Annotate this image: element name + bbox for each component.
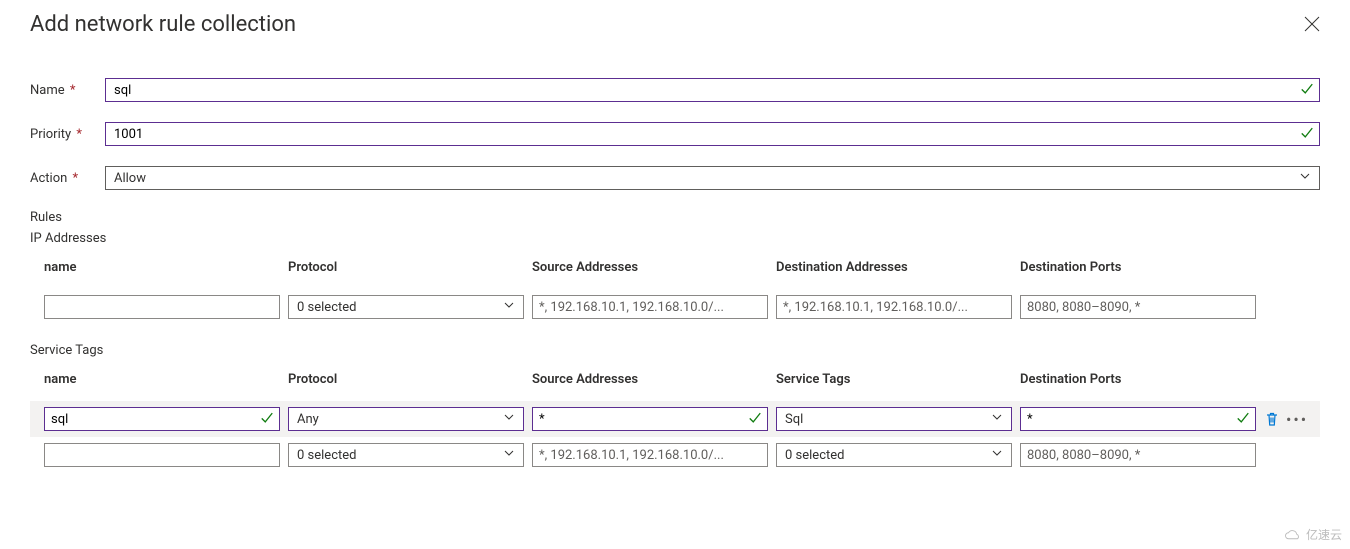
table-row: Any <box>30 401 1320 437</box>
col-ports: Destination Ports <box>1020 372 1264 387</box>
st-tags-select[interactable]: Sql <box>776 407 1012 431</box>
row-action: Action * Allow <box>30 166 1320 190</box>
action-label: Action * <box>30 171 105 186</box>
name-input[interactable] <box>105 78 1320 102</box>
table-row: 0 selected 0 selected <box>30 437 1320 473</box>
delete-icon[interactable] <box>1264 411 1280 427</box>
priority-input-wrap <box>105 122 1320 146</box>
col-source: Source Addresses <box>532 372 776 387</box>
row-name: Name * <box>30 78 1320 102</box>
action-select-wrap: Allow <box>105 166 1320 190</box>
st-table-header: name Protocol Source Addresses Service T… <box>30 372 1320 401</box>
close-icon[interactable] <box>1296 8 1328 40</box>
col-actions <box>1264 260 1320 275</box>
more-icon[interactable]: ••• <box>1286 410 1308 429</box>
add-network-rule-panel: Add network rule collection Name * Prior… <box>0 0 1350 501</box>
service-tags-label: Service Tags <box>30 343 1320 358</box>
name-label: Name * <box>30 83 105 98</box>
col-ports: Destination Ports <box>1020 260 1264 275</box>
chevron-down-icon <box>503 447 515 463</box>
ip-table-header: name Protocol Source Addresses Destinati… <box>30 260 1320 289</box>
col-tags: Service Tags <box>776 372 1020 387</box>
name-input-wrap <box>105 78 1320 102</box>
chevron-down-icon <box>991 411 1003 427</box>
panel-header: Add network rule collection <box>0 0 1350 50</box>
col-name: name <box>44 260 288 275</box>
col-source: Source Addresses <box>532 260 776 275</box>
action-select[interactable]: Allow <box>105 166 1320 190</box>
st-name-input[interactable] <box>44 407 280 431</box>
ip-addresses-table: name Protocol Source Addresses Destinati… <box>30 260 1320 325</box>
col-destination: Destination Addresses <box>776 260 1020 275</box>
st-protocol-select[interactable]: 0 selected <box>288 443 524 467</box>
chevron-down-icon <box>991 447 1003 463</box>
priority-label: Priority * <box>30 127 105 142</box>
ip-ports-input[interactable] <box>1020 295 1256 319</box>
st-name-input[interactable] <box>44 443 280 467</box>
rules-section-label: Rules <box>30 210 1320 225</box>
table-row: 0 selected <box>30 289 1320 325</box>
st-protocol-select[interactable]: Any <box>288 407 524 431</box>
form-body: Name * Priority * Ac <box>0 50 1350 501</box>
col-protocol: Protocol <box>288 260 532 275</box>
chevron-down-icon <box>503 411 515 427</box>
st-tags-select[interactable]: 0 selected <box>776 443 1012 467</box>
panel-title: Add network rule collection <box>30 12 296 37</box>
st-source-input[interactable] <box>532 407 768 431</box>
watermark: 亿速云 <box>1284 526 1342 543</box>
col-protocol: Protocol <box>288 372 532 387</box>
service-tags-table: name Protocol Source Addresses Service T… <box>30 372 1320 473</box>
ip-destination-input[interactable] <box>776 295 1012 319</box>
st-ports-input[interactable] <box>1020 407 1256 431</box>
st-source-input[interactable] <box>532 443 768 467</box>
col-name: name <box>44 372 288 387</box>
ip-addresses-label: IP Addresses <box>30 231 1320 246</box>
ip-protocol-select[interactable]: 0 selected <box>288 295 524 319</box>
priority-input[interactable] <box>105 122 1320 146</box>
chevron-down-icon <box>503 299 515 315</box>
chevron-down-icon <box>1299 170 1311 186</box>
col-actions <box>1264 372 1320 387</box>
ip-source-input[interactable] <box>532 295 768 319</box>
row-priority: Priority * <box>30 122 1320 146</box>
st-ports-input[interactable] <box>1020 443 1256 467</box>
ip-name-input[interactable] <box>44 295 280 319</box>
